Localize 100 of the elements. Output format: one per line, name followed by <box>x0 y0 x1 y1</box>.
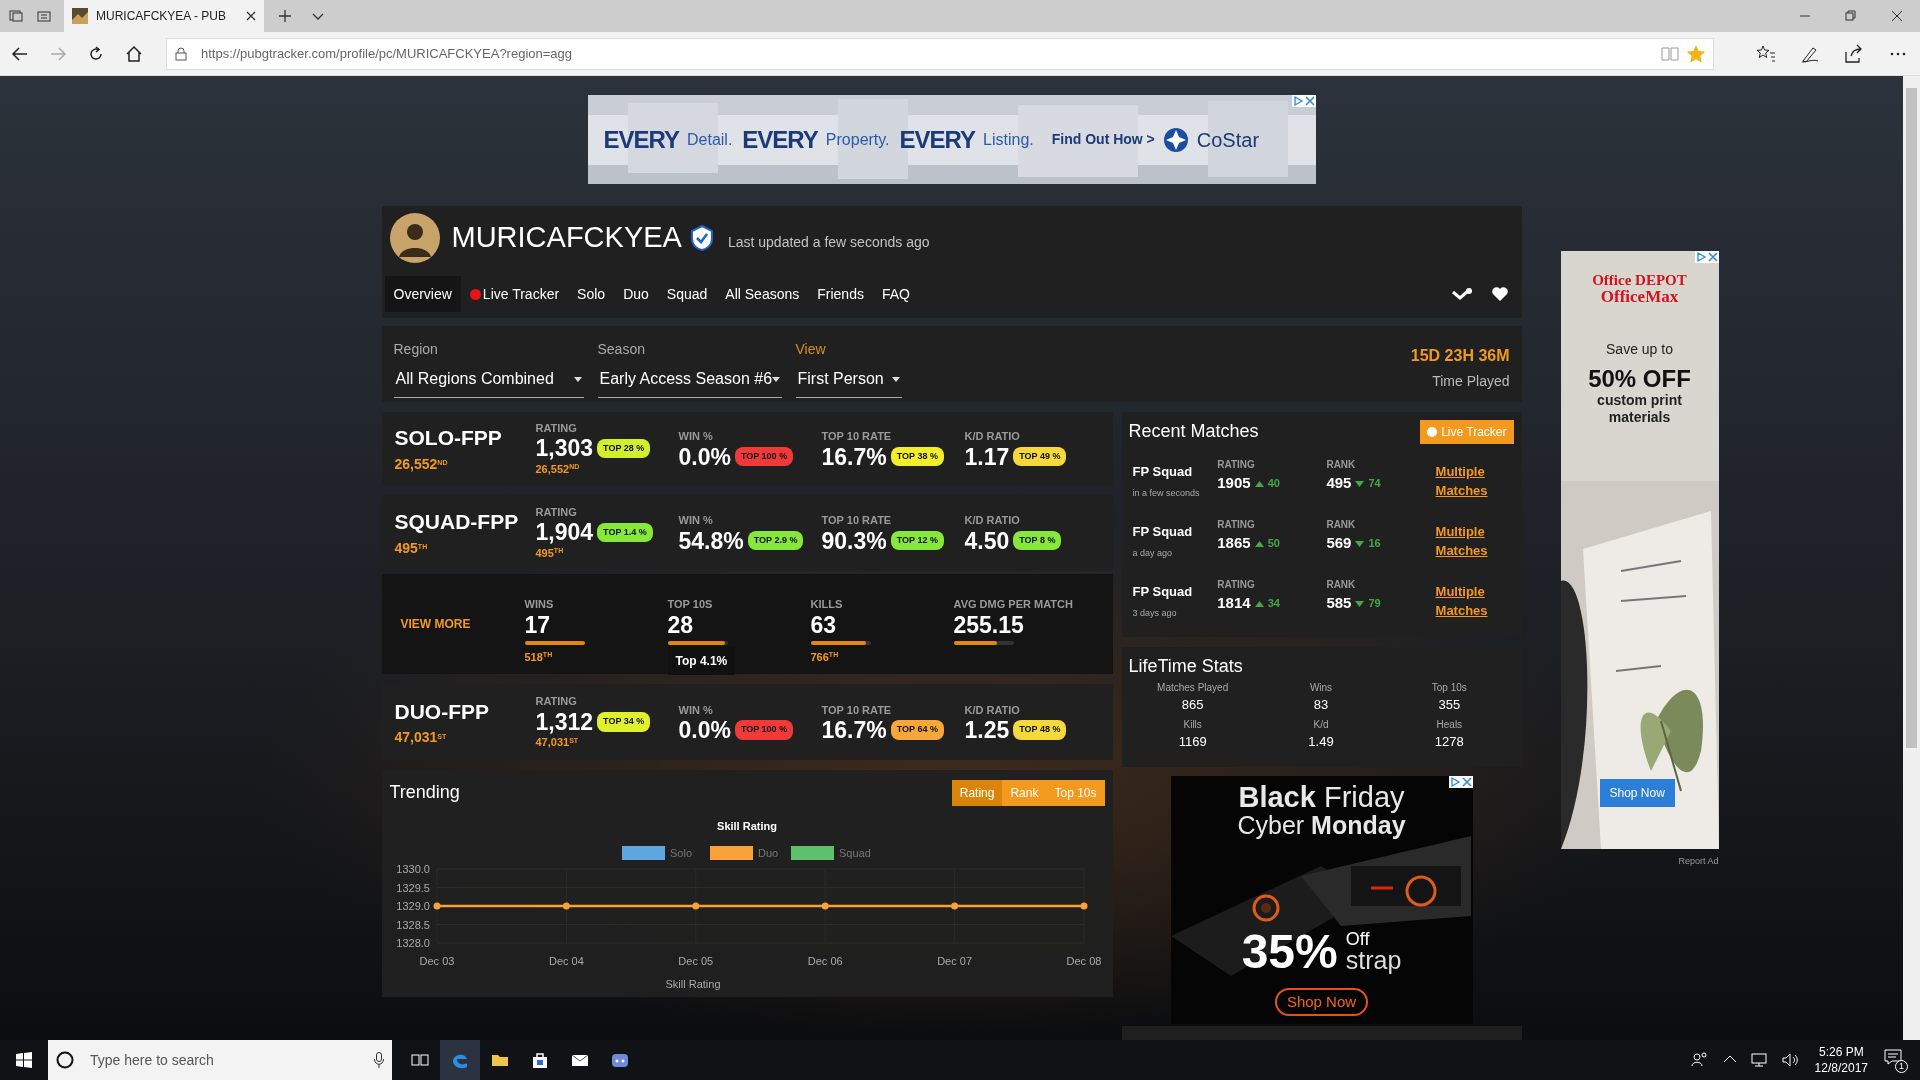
favicon-icon <box>72 8 88 24</box>
stat-value: 1169 <box>1178 733 1207 751</box>
axis-tick-label: Dec 05 <box>677 955 713 967</box>
match-mode: FP Squad <box>1132 463 1194 481</box>
stat-rank: 26,552$^{ND}$ <box>535 461 581 477</box>
logo-text: CoStar <box>1196 127 1260 153</box>
ad-text: EVERY <box>603 124 679 155</box>
axis-tick-label: Dec 06 <box>807 955 843 967</box>
stat-label: RATING <box>535 504 578 520</box>
microphone-icon[interactable] <box>374 1052 384 1068</box>
stat-value: 63 <box>810 612 838 637</box>
chart-title: Skill Rating <box>716 820 777 832</box>
stat-rank: 766$^{TH}$ <box>810 649 840 665</box>
stat-change: 74 <box>1368 476 1381 492</box>
tab-list-icon[interactable] <box>36 8 52 24</box>
stat-value: 1.49 <box>1308 733 1334 751</box>
nav-tab[interactable]: Duo <box>614 276 658 312</box>
search-field[interactable]: Type here to search <box>48 1040 392 1080</box>
scrollbar[interactable] <box>1903 76 1920 1040</box>
stat-rank: 495$^{TH}$ <box>535 545 565 561</box>
favorites-icon[interactable] <box>1756 43 1776 64</box>
clock[interactable]: 5:26 PM 12/8/2017 <box>1814 1043 1868 1077</box>
dropdown[interactable]: First Person <box>795 363 902 398</box>
stat-value: 255.15 <box>953 612 1025 637</box>
address-bar[interactable]: https://pubgtracker.com/profile/pc/MURICAFCKYEA?region=agg <box>166 37 1714 70</box>
stat-label: Heals <box>1436 718 1463 732</box>
legend-label[interactable]: Duo <box>757 847 778 859</box>
volume-icon[interactable] <box>1780 1051 1799 1069</box>
stat-value: 585 <box>1326 593 1352 614</box>
axis-title: Skill Rating <box>665 978 720 990</box>
close-icon[interactable] <box>246 11 256 21</box>
heart-icon[interactable] <box>1491 287 1508 301</box>
star-icon[interactable] <box>1687 44 1705 63</box>
stat-label: RANK <box>1326 518 1357 533</box>
home-icon[interactable] <box>124 43 144 64</box>
legend-label[interactable]: Squad <box>838 847 871 859</box>
legend-swatch[interactable] <box>709 846 753 860</box>
browser-tab[interactable]: MURICAFCKYEA - PUB <box>64 0 264 32</box>
network-icon[interactable] <box>1750 1051 1769 1069</box>
nav-tab[interactable]: Overview <box>384 276 461 312</box>
stat-label: KILLS <box>810 597 844 612</box>
tab-preview-icon[interactable] <box>8 8 24 24</box>
notification-count: 1 <box>1895 1060 1908 1073</box>
legend-label[interactable]: Solo <box>669 847 692 859</box>
stat-change: 40 <box>1267 476 1280 492</box>
stat-label: Kills <box>1183 718 1202 732</box>
dropdown[interactable]: All Regions Combined <box>393 363 584 398</box>
legend-swatch[interactable] <box>790 846 834 860</box>
panel-title: Recent Matches <box>1128 420 1259 443</box>
nav-tab[interactable]: All Seasons <box>716 276 809 312</box>
filter-label: View <box>795 340 827 359</box>
match-link[interactable]: Multiple Matches <box>1435 581 1514 621</box>
stat-label: TOP 10 RATE <box>821 702 893 718</box>
people-icon[interactable] <box>1690 1051 1709 1069</box>
stat-change: 34 <box>1267 596 1280 612</box>
rank-badge: TOP 38 % <box>890 447 944 467</box>
stat-label: K/D RATIO <box>964 429 1021 445</box>
notification-icon[interactable] <box>1884 1049 1902 1065</box>
rank-badge: TOP 49 % <box>1013 447 1067 467</box>
match-time: a day ago <box>1132 546 1174 560</box>
panel-title: LifeTime Stats <box>1128 655 1244 678</box>
data-point <box>562 902 570 910</box>
dropdown[interactable]: Early Access Season #6 <box>597 363 782 398</box>
stat-change: 50 <box>1267 536 1280 552</box>
logo-icon <box>1162 126 1189 153</box>
shop-now-button[interactable]: Shop Now <box>1274 987 1369 1017</box>
rank-badge: TOP 100 % <box>734 720 794 740</box>
legend-swatch[interactable] <box>621 846 665 860</box>
rank-badge: TOP 12 % <box>890 531 944 551</box>
nav-tab[interactable]: FAQ <box>872 276 919 312</box>
nav-tab[interactable]: Solo <box>568 276 615 312</box>
ad-headline: Black Friday <box>1238 782 1405 813</box>
start-icon[interactable] <box>16 1052 32 1068</box>
match-mode: FP Squad <box>1132 583 1194 601</box>
report-ad-link[interactable]: Report Ad <box>1560 855 1719 869</box>
nav-tab[interactable]: Squad <box>657 276 717 312</box>
close-icon[interactable] <box>1891 10 1903 22</box>
mode-name: DUO-FPP <box>394 698 490 725</box>
share-icon[interactable] <box>1844 43 1864 64</box>
filter-label: Region <box>393 340 439 359</box>
stat-label: WINS <box>524 597 555 612</box>
shop-now-button[interactable]: Shop Now <box>1599 779 1675 807</box>
stat-value: 1905 <box>1217 473 1251 494</box>
ad-link[interactable]: Find Out How > <box>1051 129 1155 150</box>
view-more-link[interactable]: VIEW MORE <box>394 615 525 633</box>
rank-badge: TOP 100 % <box>734 447 794 467</box>
cortana-icon <box>56 1051 74 1069</box>
match-link[interactable]: Multiple Matches <box>1435 521 1514 561</box>
stat-label: RATING <box>535 694 578 710</box>
nav-tab[interactable]: Friends <box>808 276 873 312</box>
match-link[interactable]: Multiple Matches <box>1435 461 1514 501</box>
stat-label: WIN % <box>678 513 714 529</box>
mode-rank: 495$^{TH}$ <box>394 538 429 558</box>
stat-value: 1.25 <box>964 718 1010 743</box>
restore-icon[interactable] <box>1845 10 1857 22</box>
stat-value: 17 <box>524 612 552 637</box>
rank-badge: TOP 2.9 % <box>747 531 804 551</box>
new-tab-icon[interactable] <box>278 9 292 23</box>
nav-tab[interactable]: Live Tracker <box>460 276 569 312</box>
task-view-icon <box>411 1051 429 1069</box>
